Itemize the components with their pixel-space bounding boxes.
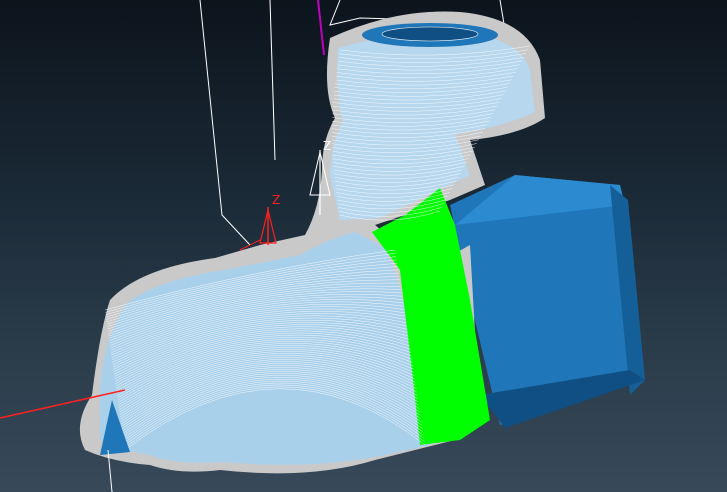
z-axis-label-red: Z (272, 193, 281, 207)
top-face-inner (381, 26, 479, 42)
workplane-red[interactable] (239, 207, 277, 251)
3d-viewport[interactable]: Z Z (0, 0, 727, 492)
magenta-axis-line (317, 0, 325, 56)
z-axis-label-white: Z (323, 139, 332, 153)
cam-model-scene[interactable] (0, 0, 727, 492)
